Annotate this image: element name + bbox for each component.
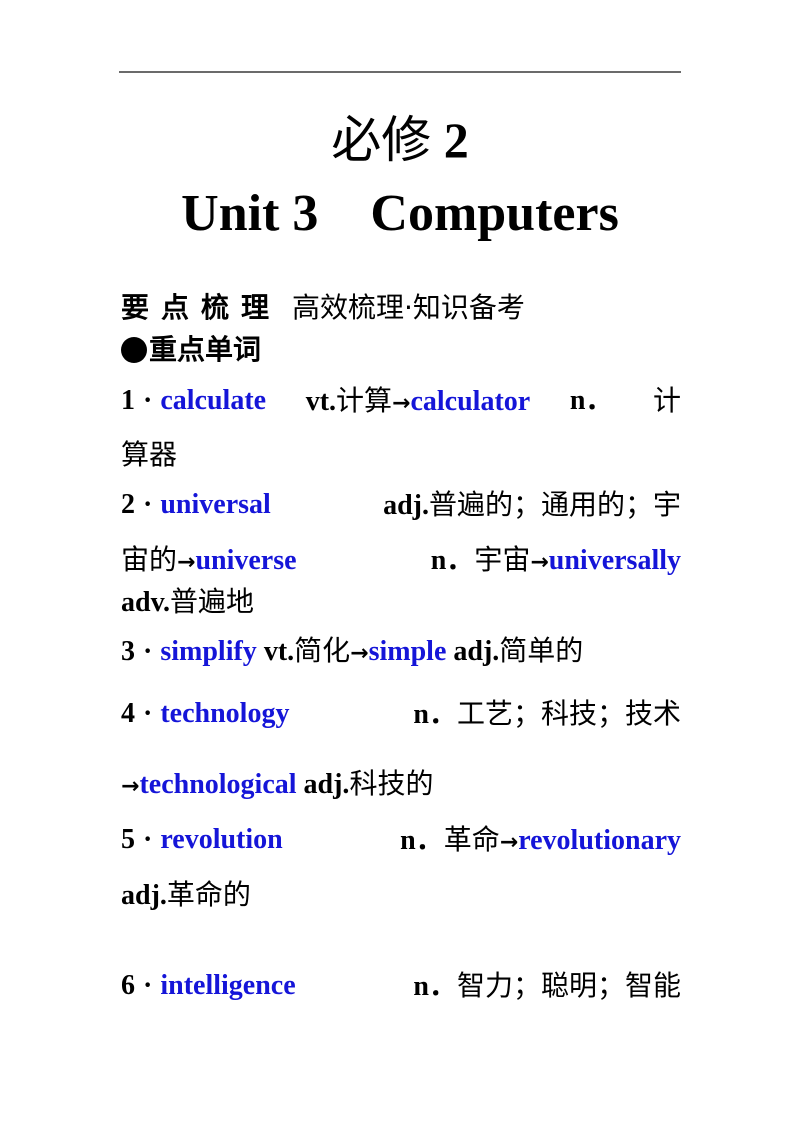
meaning: 普遍的；通用的；宇 [428,488,681,521]
derived-word: revolutionary [518,825,681,856]
derived-word: universe [195,545,297,576]
list-item: 5 · revolution n．革命→revolutionary [121,822,681,861]
bullet-icon [121,337,147,363]
derived-word: calculator [410,386,531,417]
list-item-continued: 宙的→universe n．宇宙→universally [121,542,681,581]
part-of-speech: n． [569,385,614,416]
dot-separator: · [143,698,153,729]
list-item: 3 · simplify vt.简化→simple adj.简单的 [121,633,583,672]
part-of-speech: vt. [305,386,337,417]
title-cn-text: 必修 [331,111,432,169]
list-item: 1 · calculate vt.计算→calculator n． 计 [121,383,681,422]
list-item: 2 · universal adj.普遍的；通用的；宇 [121,487,681,524]
list-item: 4 · technology n．工艺；科技；技术 [121,696,681,733]
keyword: revolution [160,824,283,855]
derived-word: simple [368,636,447,667]
keyword: universal [160,489,271,520]
keyword: technology [160,698,290,729]
part-of-speech: vt. [263,636,295,667]
meaning: 革命的 [166,878,251,911]
part-of-speech: adj. [383,490,429,521]
part-of-speech: adj. [121,880,167,911]
keyword: calculate [160,385,267,416]
meaning: 革命 [443,823,500,856]
title-required-course: 必修 2 [0,108,800,172]
item-number: 6 [121,970,135,1001]
list-item-continued: adv.普遍地 [121,584,254,621]
meaning: 简单的 [499,634,584,667]
arrow-icon: → [499,830,519,855]
part-of-speech: n． [413,971,457,1002]
title-course-number: 2 [443,112,469,168]
arrow-icon: → [392,391,411,416]
meaning: 计算 [336,384,393,417]
dot-separator: · [143,970,153,1001]
item-number: 5 [121,824,135,855]
part-of-speech: adj. [303,769,350,800]
section-subtitle: 高效梳理·知识备考 [292,291,525,324]
item-number: 4 [121,698,135,729]
list-item-continued: adj.革命的 [121,877,251,914]
derived-word: universally [548,545,681,576]
keyword: intelligence [160,970,296,1001]
meaning: 科技的 [349,767,434,800]
part-of-speech: adv. [121,587,171,618]
item-number: 2 [121,489,135,520]
list-item-continued: 算器 [121,437,177,474]
dot-separator: · [143,824,153,855]
list-item: 6 · intelligence n．智力；聪明；智能 [121,968,681,1005]
part-of-speech: n． [430,545,475,576]
key-words-heading: 重点单词 [121,332,261,368]
arrow-icon: → [350,641,369,666]
item-number: 3 [121,636,135,667]
meaning: 计 [652,384,681,417]
section-heading: 要点梳理 高效梳理·知识备考 [121,290,525,327]
arrow-icon: → [530,550,549,575]
dot-separator: · [143,489,153,520]
part-of-speech: adj. [453,636,500,667]
derived-word: technological [139,769,297,800]
meaning: 智力；聪明；智能 [456,969,681,1002]
item-number: 1 [121,385,135,416]
part-of-speech: n． [413,699,457,730]
keyword: simplify [160,636,257,667]
arrow-icon: → [177,550,196,575]
meaning: 普遍地 [170,585,255,618]
meaning: 简化 [294,634,351,667]
meaning: 宙的 [121,543,178,576]
key-words-label: 重点单词 [149,333,262,366]
list-item-continued: →technological adj.科技的 [121,766,433,805]
dot-separator: · [143,636,153,667]
arrow-icon: → [121,774,140,799]
unit-title: Unit 3 Computers [181,185,619,242]
meaning: 宇宙 [474,543,531,576]
top-rule [119,71,681,73]
meaning: 工艺；科技；技术 [456,697,681,730]
section-label: 要点梳理 [121,291,282,324]
dot-separator: · [143,385,153,416]
part-of-speech: n． [400,825,444,856]
meaning: 算器 [121,438,178,471]
